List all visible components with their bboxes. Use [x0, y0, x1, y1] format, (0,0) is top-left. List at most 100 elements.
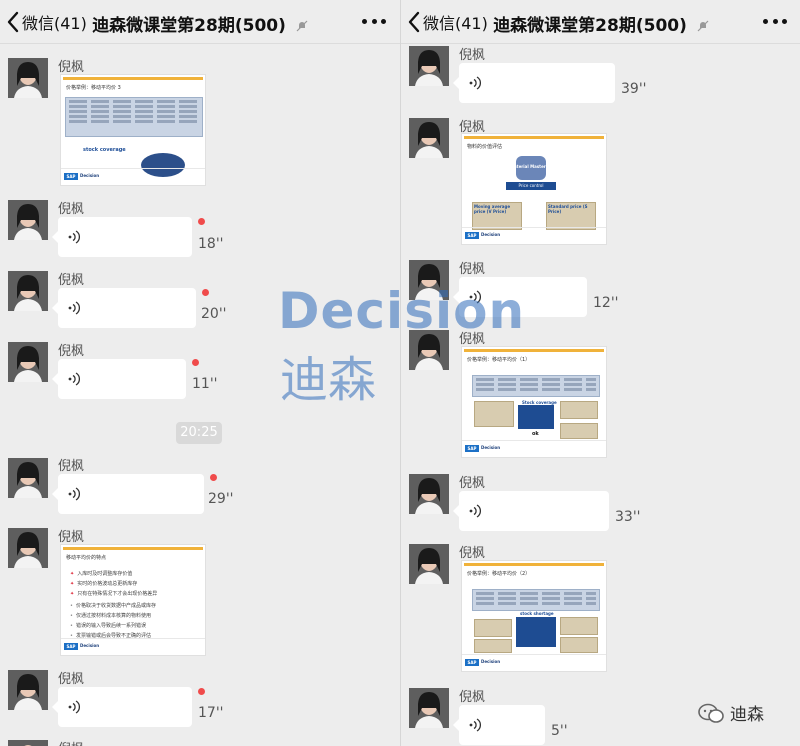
slide-footer: Decision: [80, 173, 100, 178]
voice-message[interactable]: [453, 63, 615, 103]
voice-wave-icon: [469, 504, 481, 518]
brand-logo-icon: [698, 703, 724, 723]
sender-name: 倪枫: [459, 262, 486, 277]
unread-dot: [198, 218, 205, 225]
chat-title-text: 迪森微课堂第28期(500): [92, 16, 286, 36]
slide-label: stock coverage: [83, 147, 126, 153]
unread-dot: [192, 359, 199, 366]
sap-logo: SAP: [64, 643, 78, 650]
voice-duration: 29'': [208, 491, 234, 507]
voice-message[interactable]: [453, 705, 545, 745]
voice-wave-icon: [68, 301, 80, 315]
slide-table: [65, 97, 203, 137]
more-icon: [362, 18, 367, 24]
chat-title: 迪森微课堂第28期(500): [401, 11, 800, 36]
avatar[interactable]: [409, 46, 449, 86]
avatar-photo: [8, 58, 48, 98]
voice-message[interactable]: [52, 288, 196, 328]
voice-duration: 17'': [198, 705, 224, 721]
slide-title: 物料的价值评估: [467, 144, 503, 150]
slide-title: 价格举例：移动平均价（2）: [467, 571, 531, 577]
mute-bell-icon: [697, 20, 709, 32]
voice-wave-icon: [68, 487, 80, 501]
sender-name: 倪枫: [58, 530, 85, 545]
voice-wave-icon: [68, 700, 80, 714]
timestamp: 20:25: [176, 422, 222, 444]
sap-logo: SAP: [465, 659, 479, 666]
sender-name: 倪枫: [58, 672, 85, 687]
slide-title: 价格举例：移动平均价（1）: [467, 357, 531, 363]
slide-footer: Decision: [481, 232, 501, 237]
sender-name: 倪枫: [459, 48, 486, 63]
unread-dot: [198, 688, 205, 695]
brand-name: 迪森: [730, 705, 764, 725]
avatar[interactable]: [409, 544, 449, 584]
slide-cloud: [141, 153, 185, 177]
avatar[interactable]: [8, 528, 48, 568]
voice-message[interactable]: [52, 359, 186, 399]
avatar[interactable]: [8, 458, 48, 498]
image-message[interactable]: 移动平均价的特点 ✦ 入库时及时调整库存价值 ✦ 实时的价格波动总更新库存 ✦ 只有在…: [60, 544, 206, 656]
voice-duration: 20'': [201, 306, 227, 322]
image-message[interactable]: 价格举例：移动平均价 3 stock coverage ​ SAP Decisi…: [60, 74, 206, 186]
avatar[interactable]: [8, 670, 48, 710]
voice-message[interactable]: [52, 474, 204, 514]
voice-wave-icon: [68, 230, 80, 244]
chat-pane-left: 微信(41) 迪森微课堂第28期(500) 倪枫 价格举例：移动平均价 3 st…: [0, 0, 400, 746]
voice-duration: 5'': [551, 723, 568, 739]
chat-header: 微信(41) 迪森微课堂第28期(500): [0, 0, 400, 44]
slide-title: 移动平均价的特点: [66, 555, 107, 561]
avatar[interactable]: [8, 342, 48, 382]
slide-title: 价格举例：移动平均价 3: [66, 85, 121, 91]
voice-wave-icon: [469, 76, 481, 90]
sender-name: 倪枫: [459, 690, 486, 705]
avatar[interactable]: [409, 260, 449, 300]
voice-duration: 18'': [198, 236, 224, 252]
avatar[interactable]: [8, 740, 48, 746]
sap-logo: SAP: [465, 232, 479, 239]
avatar[interactable]: [409, 330, 449, 370]
sap-logo: SAP: [465, 445, 479, 452]
sender-name: 倪枫: [459, 476, 486, 491]
voice-message[interactable]: [453, 277, 587, 317]
image-message[interactable]: 价格举例：移动平均价（2） stock shortage SAP Decisio…: [461, 560, 607, 672]
sap-logo: SAP: [64, 173, 78, 180]
image-message[interactable]: 价格举例：移动平均价（1） Stock coverage ok SAP Deci…: [461, 346, 607, 458]
avatar[interactable]: [409, 474, 449, 514]
image-message[interactable]: 物料的价值评估 Material Master Price control Mo…: [461, 133, 607, 245]
avatar[interactable]: [409, 688, 449, 728]
more-button[interactable]: [362, 14, 386, 28]
slide-footer: Decision: [80, 643, 100, 648]
voice-duration: 39'': [621, 81, 647, 97]
chat-title-text: 迪森微课堂第28期(500): [493, 16, 687, 36]
voice-duration: 12'': [593, 295, 619, 311]
sender-name: 倪枫: [58, 60, 85, 75]
sender-name: 倪枫: [58, 344, 85, 359]
voice-message[interactable]: [453, 491, 609, 531]
voice-wave-icon: [469, 718, 481, 732]
sender-name: 倪枫: [58, 738, 84, 746]
avatar[interactable]: [8, 271, 48, 311]
voice-duration: 33'': [615, 509, 641, 525]
avatar[interactable]: [8, 200, 48, 240]
voice-message[interactable]: [52, 217, 192, 257]
chat-title: 迪森微课堂第28期(500): [0, 11, 400, 36]
more-button[interactable]: [763, 14, 787, 28]
slide-footer: Decision: [481, 659, 501, 664]
chat-header: 微信(41) 迪森微课堂第28期(500): [401, 0, 800, 44]
sender-name: 倪枫: [58, 459, 85, 474]
slide-footer: Decision: [481, 445, 501, 450]
voice-duration: 11'': [192, 376, 218, 392]
sender-name: 倪枫: [459, 332, 486, 347]
brand-badge: 迪森: [697, 700, 764, 725]
sender-name: 倪枫: [459, 546, 486, 561]
unread-dot: [202, 289, 209, 296]
unread-dot: [210, 474, 217, 481]
sender-name: 倪枫: [58, 202, 85, 217]
avatar[interactable]: [409, 118, 449, 158]
chat-pane-right: 微信(41) 迪森微课堂第28期(500) 倪枫 39'' 倪枫 物料的价值评估…: [401, 0, 800, 746]
avatar[interactable]: [8, 58, 48, 98]
voice-message[interactable]: [52, 687, 192, 727]
voice-wave-icon: [469, 290, 481, 304]
sender-name: 倪枫: [58, 273, 85, 288]
